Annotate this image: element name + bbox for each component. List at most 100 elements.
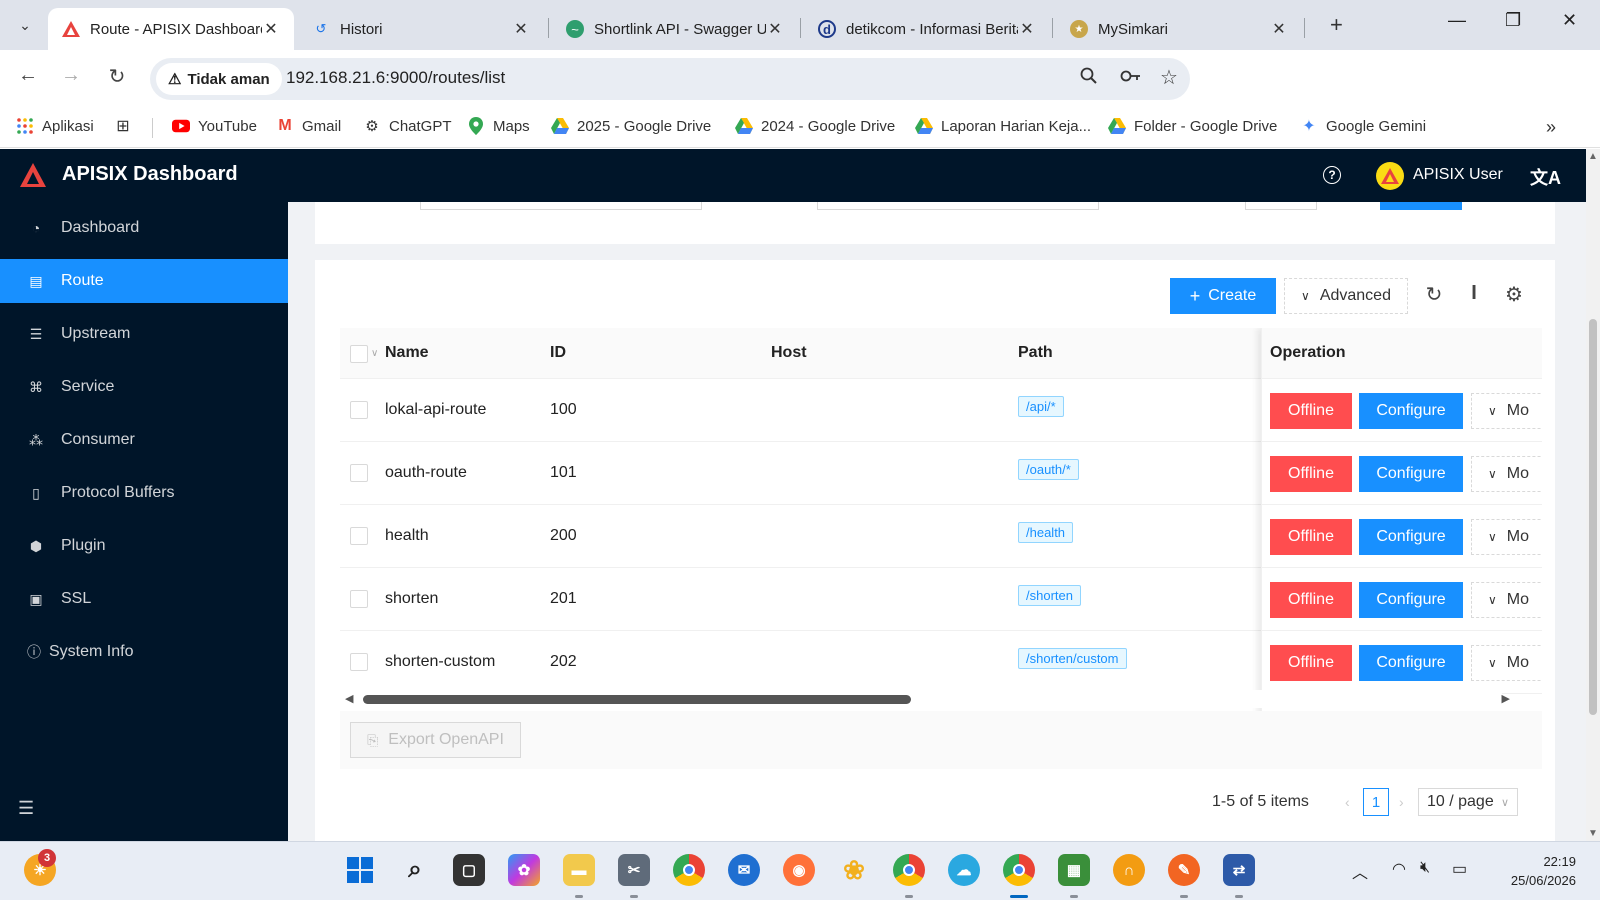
- zoom-icon[interactable]: [1080, 67, 1098, 90]
- scrollbar-thumb[interactable]: [363, 695, 911, 704]
- show-hidden-icons[interactable]: ︿: [1352, 859, 1368, 883]
- new-tab-button[interactable]: +: [1330, 12, 1343, 38]
- configure-button[interactable]: Configure: [1359, 456, 1463, 492]
- security-chip[interactable]: ⚠ Tidak aman: [156, 63, 282, 95]
- row-checkbox[interactable]: [350, 590, 368, 608]
- sidebar-item-dashboard[interactable]: ◔ Dashboard: [0, 206, 288, 250]
- row-checkbox[interactable]: [350, 401, 368, 419]
- settings-gear-icon[interactable]: ⚙: [1502, 282, 1526, 307]
- battery-icon[interactable]: ▭: [1452, 859, 1467, 879]
- tab-route-apisix[interactable]: Route - APISIX Dashboard ✕: [48, 8, 294, 50]
- configure-button[interactable]: Configure: [1359, 582, 1463, 618]
- sidebar-item-service[interactable]: ⌘ Service: [0, 365, 288, 409]
- user-name[interactable]: APISIX User: [1413, 166, 1503, 184]
- url-text[interactable]: 192.168.21.6:9000/routes/list: [286, 68, 505, 88]
- headset-app-icon[interactable]: ∩: [1113, 854, 1145, 886]
- chrome-active-icon[interactable]: [1003, 854, 1035, 886]
- column-name[interactable]: Name: [385, 328, 429, 378]
- bookmark-maps[interactable]: Maps: [467, 117, 530, 135]
- name-search-input[interactable]: [420, 202, 702, 210]
- sidebar-item-plugin[interactable]: ⬢ Plugin: [0, 524, 288, 568]
- address-bar[interactable]: ⚠ Tidak aman 192.168.21.6:9000/routes/li…: [150, 58, 1190, 100]
- select-all-checkbox[interactable]: [350, 345, 368, 363]
- pen-app-icon[interactable]: ✎: [1168, 854, 1200, 886]
- status-select[interactable]: [1245, 202, 1317, 210]
- chart-app-icon[interactable]: ▦: [1058, 854, 1090, 886]
- tab-detikcom[interactable]: d detikcom - Informasi Berita ✕: [804, 8, 1050, 50]
- offline-button[interactable]: Offline: [1270, 519, 1352, 555]
- volume-muted-icon[interactable]: 🔇︎: [1420, 859, 1430, 877]
- search-icon[interactable]: ⌕: [399, 854, 431, 886]
- tab-mysimkari[interactable]: ★ MySimkari ✕: [1056, 8, 1302, 50]
- help-icon[interactable]: ?: [1323, 166, 1341, 184]
- sidebar-item-system-info[interactable]: ⓘ System Info: [0, 630, 288, 674]
- close-window-button[interactable]: ✕: [1562, 10, 1577, 31]
- windows-start-icon[interactable]: [344, 854, 376, 886]
- table-horizontal-scrollbar[interactable]: ◀ ▶: [340, 690, 1510, 708]
- row-checkbox[interactable]: [350, 527, 368, 545]
- row-checkbox[interactable]: [350, 464, 368, 482]
- advanced-dropdown[interactable]: ∨ Advanced: [1284, 278, 1408, 314]
- bookmark-drive-2024[interactable]: 2024 - Google Drive: [735, 117, 895, 135]
- postman-paw-icon[interactable]: ❀: [838, 854, 870, 886]
- column-id[interactable]: ID: [550, 328, 566, 378]
- bookmark-chatgpt[interactable]: ⚙ ChatGPT: [363, 117, 451, 136]
- sidebar-item-protocol-buffers[interactable]: ▯ Protocol Buffers: [0, 471, 288, 515]
- more-dropdown[interactable]: ∨ Mo: [1471, 456, 1542, 492]
- column-height-icon[interactable]: Ι: [1462, 282, 1486, 305]
- selection-dropdown-icon[interactable]: ∨: [371, 328, 378, 378]
- password-key-icon[interactable]: [1120, 67, 1142, 90]
- export-openapi-button[interactable]: ⎘ Export OpenAPI: [350, 722, 521, 758]
- more-dropdown[interactable]: ∨ Mo: [1471, 519, 1542, 555]
- bookmark-gmail[interactable]: M Gmail: [276, 117, 341, 135]
- pagination-prev-icon[interactable]: ‹: [1345, 794, 1350, 810]
- offline-button[interactable]: Offline: [1270, 393, 1352, 429]
- tab-histori[interactable]: ↺ Histori ✕: [298, 8, 544, 50]
- offline-button[interactable]: Offline: [1270, 582, 1352, 618]
- sidebar-item-consumer[interactable]: ⁂ Consumer: [0, 418, 288, 462]
- chrome-icon[interactable]: [673, 854, 705, 886]
- system-clock[interactable]: 22:19 25/06/2026: [1496, 852, 1576, 890]
- scroll-left-icon[interactable]: ◀: [345, 692, 353, 705]
- bookmark-star-icon[interactable]: ☆: [1160, 65, 1178, 90]
- column-path[interactable]: Path: [1018, 328, 1053, 378]
- configure-button[interactable]: Configure: [1359, 519, 1463, 555]
- column-host[interactable]: Host: [771, 328, 807, 378]
- app-icon[interactable]: ☁: [948, 854, 980, 886]
- close-tab-icon[interactable]: ✕: [1270, 19, 1288, 39]
- more-dropdown[interactable]: ∨ Mo: [1471, 393, 1542, 429]
- tab-search-button[interactable]: ⌄: [8, 10, 42, 40]
- bookmark-gemini[interactable]: ✦ Google Gemini: [1300, 117, 1426, 136]
- configure-button[interactable]: Configure: [1359, 645, 1463, 681]
- task-view-icon[interactable]: ▢: [453, 854, 485, 886]
- file-explorer-icon[interactable]: ▬: [563, 854, 595, 886]
- more-dropdown[interactable]: ∨ Mo: [1471, 645, 1542, 681]
- chrome-profile-icon[interactable]: [893, 854, 925, 886]
- collapse-menu-icon[interactable]: ☰: [18, 798, 34, 819]
- sidebar-item-route[interactable]: ▤ Route: [0, 259, 288, 303]
- reload-icon[interactable]: ↻: [1422, 282, 1446, 307]
- offline-button[interactable]: Offline: [1270, 645, 1352, 681]
- restore-button[interactable]: ❐: [1505, 10, 1521, 31]
- page-vertical-scrollbar[interactable]: ▲ ▼: [1586, 149, 1600, 841]
- close-tab-icon[interactable]: ✕: [1018, 19, 1036, 39]
- more-bookmarks-icon[interactable]: »: [1546, 117, 1556, 138]
- wifi-icon[interactable]: ◠: [1392, 859, 1406, 879]
- scroll-right-icon[interactable]: ▶: [1502, 692, 1510, 705]
- path-search-input[interactable]: [817, 202, 1099, 210]
- close-tab-icon[interactable]: ✕: [262, 19, 280, 39]
- create-button[interactable]: + Create: [1170, 278, 1276, 314]
- user-avatar[interactable]: [1376, 162, 1404, 190]
- sidebar-item-ssl[interactable]: ▣ SSL: [0, 577, 288, 621]
- scrollbar-thumb[interactable]: [1589, 319, 1597, 715]
- scroll-up-icon[interactable]: ▲: [1588, 151, 1598, 162]
- translate-icon[interactable]: 文A: [1530, 164, 1561, 190]
- minimize-button[interactable]: —: [1448, 10, 1466, 31]
- bookmark-drive-2025[interactable]: 2025 - Google Drive: [551, 117, 711, 135]
- network-app-icon[interactable]: ⇄: [1223, 854, 1255, 886]
- forward-button[interactable]: →: [56, 64, 86, 87]
- firefox-icon[interactable]: ◉: [783, 854, 815, 886]
- pagination-next-icon[interactable]: ›: [1399, 794, 1404, 810]
- bookmark-youtube[interactable]: YouTube: [172, 117, 257, 135]
- copilot-icon[interactable]: ✿: [508, 854, 540, 886]
